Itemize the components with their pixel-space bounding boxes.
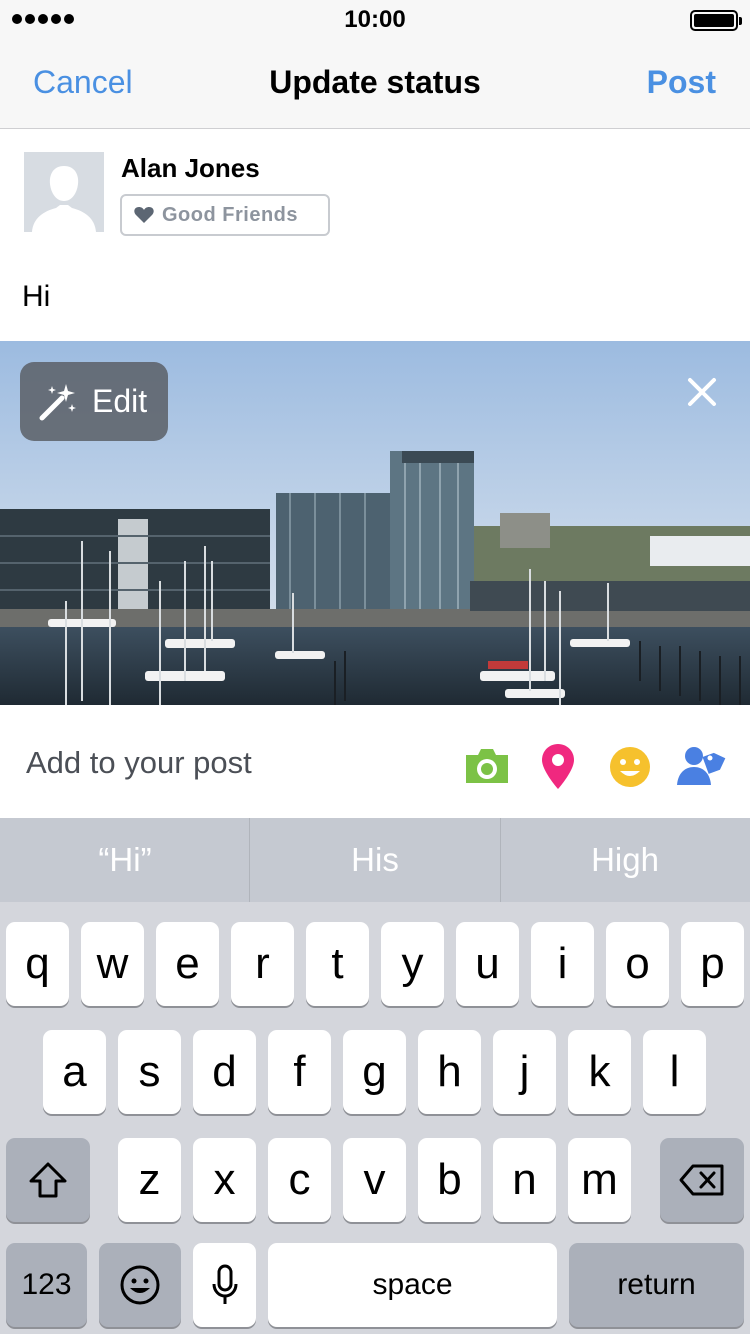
key-y[interactable]: y bbox=[381, 922, 444, 1006]
key-h[interactable]: h bbox=[418, 1030, 481, 1114]
keyboard-suggestions: “Hi” His High bbox=[0, 818, 750, 902]
remove-photo-button[interactable] bbox=[680, 370, 724, 414]
key-z[interactable]: z bbox=[118, 1138, 181, 1222]
numbers-key[interactable]: 123 bbox=[6, 1243, 87, 1327]
key-b[interactable]: b bbox=[418, 1138, 481, 1222]
shift-key[interactable] bbox=[6, 1138, 90, 1222]
key-g[interactable]: g bbox=[343, 1030, 406, 1114]
key-f[interactable]: f bbox=[268, 1030, 331, 1114]
audience-label: Good Friends bbox=[162, 203, 298, 226]
key-l[interactable]: l bbox=[643, 1030, 706, 1114]
suggestion-divider bbox=[249, 818, 250, 902]
avatar bbox=[24, 152, 104, 232]
key-a[interactable]: a bbox=[43, 1030, 106, 1114]
key-k[interactable]: k bbox=[568, 1030, 631, 1114]
keyboard: q w e r t y u i o p a s d f g h j k l z … bbox=[0, 902, 750, 1334]
space-key[interactable]: space bbox=[268, 1243, 557, 1327]
status-time: 10:00 bbox=[344, 6, 406, 33]
key-q[interactable]: q bbox=[6, 922, 69, 1006]
suggestion-3[interactable]: High bbox=[500, 818, 750, 902]
add-to-post-bar: Add to your post bbox=[0, 705, 750, 818]
magic-wand-icon bbox=[39, 383, 76, 420]
heart-icon bbox=[134, 207, 154, 223]
key-m[interactable]: m bbox=[568, 1138, 631, 1222]
suggestion-1[interactable]: “Hi” bbox=[0, 818, 250, 902]
smiley-icon[interactable] bbox=[605, 741, 655, 791]
user-name: Alan Jones bbox=[121, 153, 260, 183]
key-e[interactable]: e bbox=[156, 922, 219, 1006]
key-o[interactable]: o bbox=[606, 922, 669, 1006]
tag-people-icon[interactable] bbox=[677, 741, 727, 791]
default-avatar-icon bbox=[24, 152, 104, 232]
dictation-key[interactable] bbox=[193, 1243, 256, 1327]
camera-icon[interactable] bbox=[462, 741, 512, 791]
key-t[interactable]: t bbox=[306, 922, 369, 1006]
emoji-key[interactable] bbox=[99, 1243, 181, 1327]
location-pin-icon[interactable] bbox=[533, 741, 583, 791]
status-text-input[interactable]: Hi bbox=[22, 280, 50, 314]
edit-label: Edit bbox=[92, 383, 148, 419]
key-w[interactable]: w bbox=[81, 922, 144, 1006]
key-r[interactable]: r bbox=[231, 922, 294, 1006]
add-to-post-label: Add to your post bbox=[26, 745, 252, 780]
delete-key[interactable] bbox=[660, 1138, 744, 1222]
emoji-icon bbox=[120, 1265, 160, 1305]
page-title: Update status bbox=[269, 64, 481, 100]
microphone-icon bbox=[212, 1264, 237, 1304]
close-icon bbox=[688, 378, 716, 406]
key-c[interactable]: c bbox=[268, 1138, 331, 1222]
backspace-icon bbox=[679, 1164, 724, 1196]
key-j[interactable]: j bbox=[493, 1030, 556, 1114]
key-n[interactable]: n bbox=[493, 1138, 556, 1222]
navigation-bar: Cancel Update status Post bbox=[0, 40, 750, 129]
return-key[interactable]: return bbox=[569, 1243, 744, 1327]
status-bar: 10:00 bbox=[0, 0, 750, 40]
shift-arrow-icon bbox=[29, 1162, 67, 1198]
key-u[interactable]: u bbox=[456, 922, 519, 1006]
key-v[interactable]: v bbox=[343, 1138, 406, 1222]
key-s[interactable]: s bbox=[118, 1030, 181, 1114]
key-i[interactable]: i bbox=[531, 922, 594, 1006]
key-p[interactable]: p bbox=[681, 922, 744, 1006]
suggestion-divider bbox=[500, 818, 501, 902]
post-button[interactable]: Post bbox=[647, 64, 716, 101]
audience-selector[interactable]: Good Friends bbox=[120, 194, 330, 236]
edit-photo-button[interactable]: Edit bbox=[20, 362, 168, 441]
suggestion-2[interactable]: His bbox=[250, 818, 500, 902]
battery-icon bbox=[690, 10, 742, 31]
key-x[interactable]: x bbox=[193, 1138, 256, 1222]
key-d[interactable]: d bbox=[193, 1030, 256, 1114]
